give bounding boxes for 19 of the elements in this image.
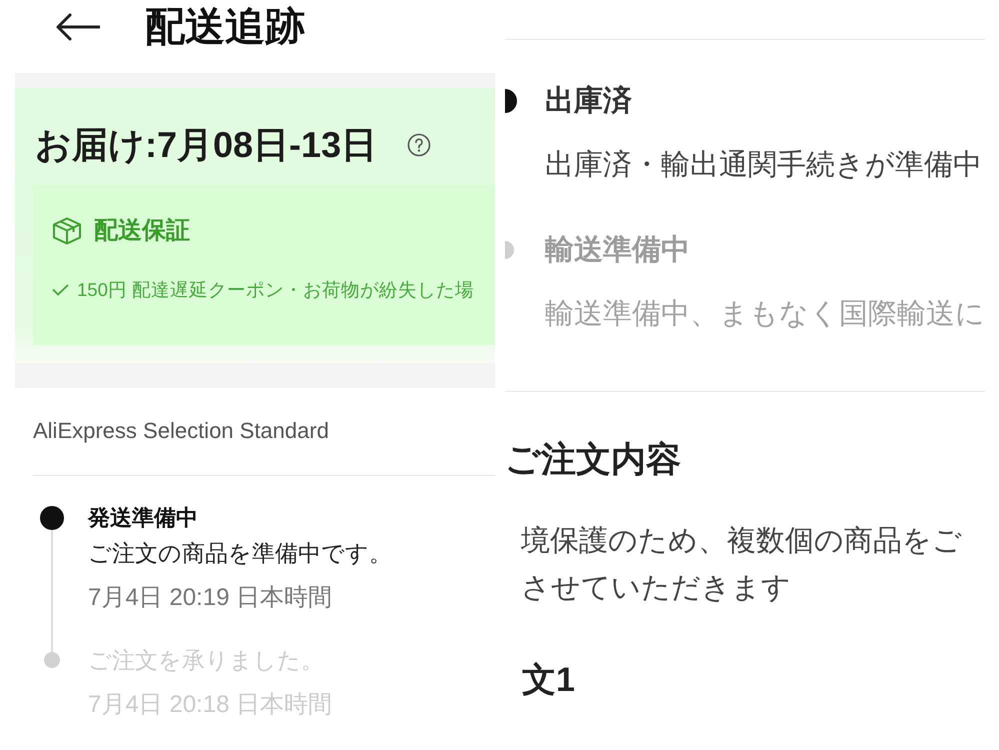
- check-icon: [52, 284, 69, 296]
- guarantee-benefit: 150円 配達遅延クーポン・お荷物が紛失した場: [77, 278, 474, 302]
- package-icon: [52, 217, 82, 245]
- event-description: ご注文の商品を準備中です。: [88, 539, 392, 568]
- page-title: 配送追跡: [145, 5, 305, 49]
- guarantee-title: 配送保証: [94, 216, 190, 246]
- event-time: 7月4日 20:19 日本時間: [88, 583, 334, 613]
- order-label: 文1: [521, 660, 576, 700]
- help-icon[interactable]: [407, 133, 432, 157]
- notice-text: 境保護のため、複数個の商品をご させていただきます: [520, 524, 963, 606]
- arrow-left-icon[interactable]: [55, 13, 100, 41]
- event-title: 発送準備中: [88, 505, 199, 531]
- event-description: 輸送準備中、まもなく国際輸送に: [545, 297, 985, 332]
- event-description: 出庫済・輸出通関手続きが準備中: [545, 148, 982, 183]
- section-title: ご注文内容: [505, 440, 682, 480]
- event-title: 輸送準備中: [545, 233, 691, 268]
- delivery-estimate: お届け:7月08日-13日: [35, 125, 378, 165]
- shipping-method: AliExpress Selection Standard: [33, 418, 330, 444]
- event-title: 出庫済: [545, 84, 633, 119]
